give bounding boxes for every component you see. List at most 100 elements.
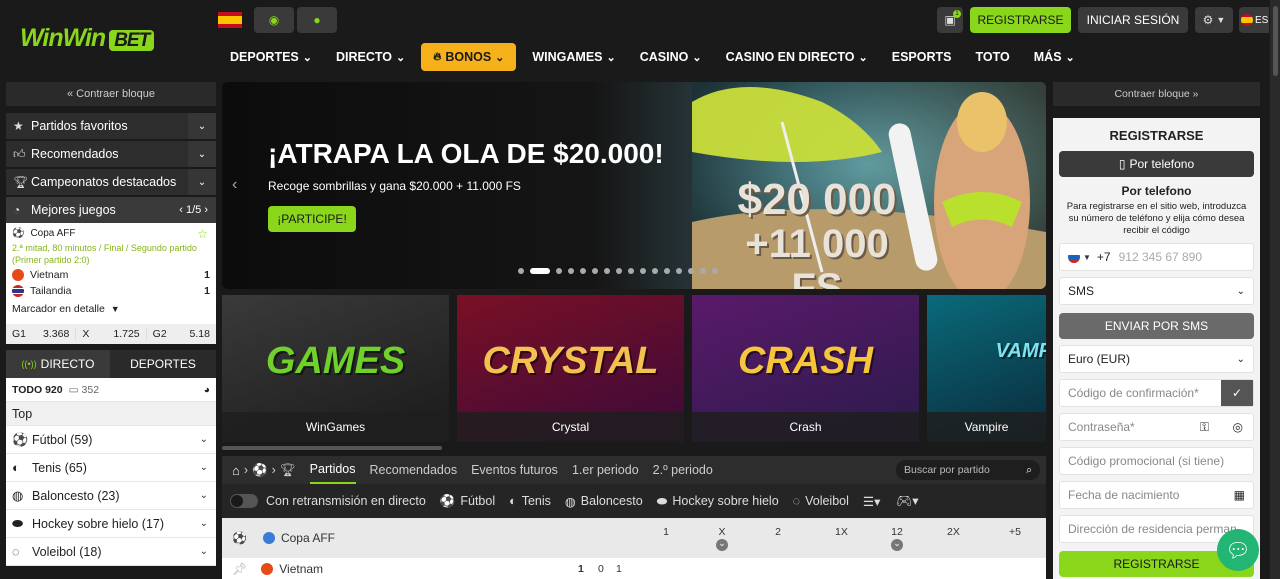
gamepad-icon[interactable]: 🎮︎▾ (896, 493, 918, 509)
gift-button[interactable]: ▣ 1 (937, 7, 963, 33)
odd-cell[interactable]: G2 5.18 (147, 328, 216, 340)
banner-prev-arrow[interactable]: ‹ (232, 176, 237, 194)
filter-baloncesto[interactable]: ◍ Baloncesto (565, 494, 643, 509)
sport-item[interactable]: ⚽ Fútbol (59) ⌄ (6, 426, 216, 454)
carousel-dot[interactable] (518, 268, 524, 274)
nav-item-esports[interactable]: ESPORTS (880, 43, 964, 71)
carousel-dot[interactable] (604, 268, 610, 274)
promo-banner[interactable]: ‹ ¡ATRAPA LA OLA DE $20.000! Recoge somb… (222, 82, 1046, 289)
scrollbar[interactable] (1270, 0, 1280, 579)
pin-icon[interactable]: 📌︎ (232, 562, 247, 576)
chevron-down-icon[interactable]: ⌄ (188, 141, 216, 167)
confirmation-code-input[interactable]: Código de confirmación* ✓ (1059, 379, 1254, 407)
tab-matches[interactable]: Partidos (309, 456, 356, 484)
scrollbar-thumb[interactable] (1272, 6, 1278, 76)
phone-icon[interactable]: ● (297, 7, 337, 33)
filter-hockey-sobre-hielo[interactable]: ⬬ Hockey sobre hielo (657, 494, 779, 509)
carousel-dot[interactable] (700, 268, 706, 274)
odd-cell[interactable]: X 1.725 (76, 328, 147, 340)
tab-sports-3[interactable]: 1.er periodo (572, 463, 639, 477)
phone-tab[interactable]: ▯ Por telefono (1059, 151, 1254, 177)
soccer-ball-icon[interactable]: ⚽ (252, 463, 268, 478)
carousel-dot[interactable] (580, 268, 586, 274)
chevron-down-icon[interactable]: ⌄ (716, 539, 728, 551)
best-games-row[interactable]: ◔ Mejores juegos ‹ 1/5 › (6, 197, 216, 223)
tab-sports-4[interactable]: 2.º periodo (653, 463, 713, 477)
chevron-down-icon[interactable]: ⌄ (200, 462, 208, 473)
sport-item[interactable]: ◐ Tenis (65) ⌄ (6, 454, 216, 482)
carousel-dot[interactable] (676, 268, 682, 274)
key-icon[interactable]: ⚿ (1200, 420, 1209, 435)
match-row[interactable]: 📌︎ Vietnam 1 0 1 (222, 558, 1046, 579)
send-sms-button[interactable]: ENVIAR POR SMS (1059, 313, 1254, 339)
carousel-dot[interactable] (616, 268, 622, 274)
spain-flag-icon[interactable] (218, 12, 242, 28)
carousel-dot[interactable] (712, 268, 718, 274)
game-tile-wingames[interactable]: GAMES WinGames (222, 295, 449, 442)
check-icon[interactable]: ✓ (1221, 380, 1253, 406)
chevron-down-icon[interactable]: ⌄ (188, 169, 216, 195)
nav-item-bonos[interactable]: 🔥︎ BONOS ⌄ (421, 43, 517, 71)
carousel-dot[interactable] (664, 268, 670, 274)
carousel-dot[interactable] (628, 268, 634, 274)
chevron-down-icon[interactable]: ⌄ (200, 434, 208, 445)
home-icon[interactable]: ⌂ (232, 463, 240, 478)
featured-match-card[interactable]: ⚽ Copa AFF ☆ 2.ª mitad, 80 minutos / Final… (6, 223, 216, 344)
sidebar-item-partidos-favoritos[interactable]: ★ Partidos favoritos ⌄ (6, 113, 216, 139)
nav-item-deportes[interactable]: DEPORTES ⌄ (218, 43, 324, 71)
sidebar-item-recomendados[interactable]: 👍︎ Recomendados ⌄ (6, 141, 216, 167)
carousel-dot[interactable] (556, 268, 562, 274)
sport-item[interactable]: ⬬ Hockey sobre hielo (17) ⌄ (6, 510, 216, 538)
calendar-icon[interactable]: ▦ (1234, 488, 1245, 502)
chat-button[interactable]: 💬︎ (1217, 529, 1259, 571)
login-button[interactable]: INICIAR SESIÓN (1078, 7, 1188, 33)
sport-item[interactable]: ◍ Baloncesto (23) ⌄ (6, 482, 216, 510)
game-tile-crash[interactable]: CRASH Crash (692, 295, 919, 442)
tab-live[interactable]: ((•)) DIRECTO (6, 350, 110, 378)
eye-off-icon[interactable]: ◎ (1233, 420, 1243, 434)
logo[interactable]: WinWin BET (20, 24, 155, 53)
nav-item-wingames[interactable]: WINGAMES ⌄ (520, 43, 627, 71)
collapse-left-button[interactable]: « Contraer bloque (6, 82, 216, 106)
filter-tenis[interactable]: ◐ Tenis (509, 494, 551, 508)
birthdate-input[interactable]: Fecha de nacimiento ▦ (1059, 481, 1254, 509)
app-icon[interactable]: ◉ (254, 7, 294, 33)
tab-sports[interactable]: DEPORTES (110, 350, 216, 378)
nav-item-más[interactable]: MÁS ⌄ (1022, 43, 1087, 71)
list-menu-icon[interactable]: ☰▾ (863, 494, 880, 509)
nav-item-toto[interactable]: TOTO (964, 43, 1022, 71)
carousel-dot[interactable] (530, 268, 550, 274)
carousel-dot[interactable] (652, 268, 658, 274)
method-select[interactable]: SMS ⌄ (1059, 277, 1254, 305)
promo-code-input[interactable]: Código promocional (si tiene) (1059, 447, 1254, 475)
language-selector[interactable]: ES (1239, 7, 1269, 33)
odd-cell[interactable]: G1 3.368 (6, 328, 77, 340)
password-input[interactable]: Contraseña* ⚿ ◎ (1059, 413, 1254, 441)
filter-voleibol[interactable]: ◌ Voleibol (793, 494, 849, 508)
chevron-down-icon[interactable]: ⌄ (200, 546, 208, 557)
tiles-scrollbar[interactable] (222, 446, 442, 450)
todo-row[interactable]: TODO 920 ▭ 352 ◕ (6, 378, 216, 402)
nav-item-casino[interactable]: CASINO ⌄ (628, 43, 714, 71)
trophy-icon[interactable]: 🏆︎ (280, 463, 296, 478)
chevron-down-icon[interactable]: ⌄ (200, 518, 208, 529)
collapse-right-button[interactable]: Contraer bloque » (1053, 82, 1260, 106)
nav-item-directo[interactable]: DIRECTO ⌄ (324, 43, 417, 71)
league-row[interactable]: ⚽ Copa AFF 1 X ⌄ 2 1X 12 ⌄ 2X +5 (222, 518, 1046, 558)
currency-select[interactable]: Euro (EUR) ⌄ (1059, 345, 1254, 373)
stream-toggle[interactable] (230, 494, 258, 508)
filter-fútbol[interactable]: ⚽ Fútbol (440, 494, 495, 509)
phone-input[interactable]: ▼ +7 912 345 67 890 (1059, 243, 1254, 271)
match-search-input[interactable]: Buscar por partido ⌕ (896, 460, 1040, 480)
tab-sports-1[interactable]: Recomendados (370, 463, 458, 477)
country-flag-icon[interactable] (1068, 251, 1080, 263)
chevron-down-icon[interactable]: ⌄ (200, 490, 208, 501)
game-tile-crystal[interactable]: CRYSTAL Crystal (457, 295, 684, 442)
register-button[interactable]: REGISTRARSE (970, 7, 1071, 33)
prev-arrow-icon[interactable]: ‹ (179, 204, 183, 216)
tab-sports-2[interactable]: Eventos futuros (471, 463, 558, 477)
sport-item[interactable]: ◌ Voleibol (18) ⌄ (6, 538, 216, 566)
carousel-dot[interactable] (640, 268, 646, 274)
chevron-down-icon[interactable]: ⌄ (188, 113, 216, 139)
settings-button[interactable]: ⚙ ▼ (1195, 7, 1233, 33)
